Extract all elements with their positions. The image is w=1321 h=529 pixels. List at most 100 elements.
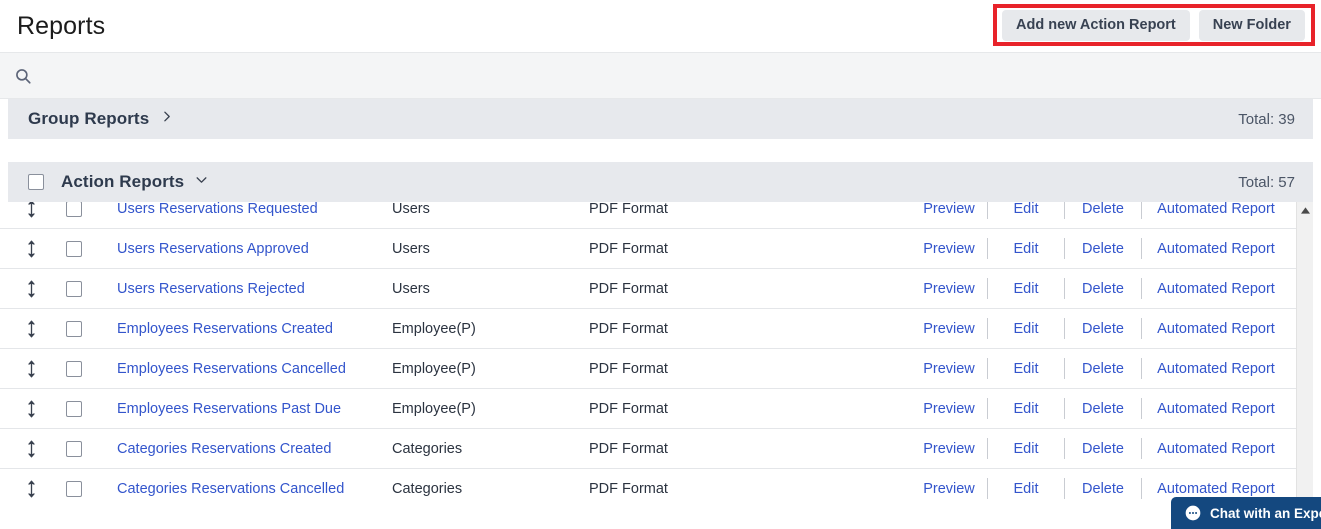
drag-handle-icon[interactable] <box>10 202 52 218</box>
delete-link[interactable]: Delete <box>1065 321 1141 337</box>
header-actions-highlight: Add new Action Report New Folder <box>993 4 1315 46</box>
automated-report-link[interactable]: Automated Report <box>1142 401 1290 417</box>
delete-link[interactable]: Delete <box>1065 401 1141 417</box>
report-name-link[interactable]: Users Reservations Requested <box>117 202 318 217</box>
section-title-group-reports: Group Reports <box>28 109 150 128</box>
edit-link[interactable]: Edit <box>988 441 1064 457</box>
row-select-checkbox[interactable] <box>66 400 82 417</box>
table-row: Users Reservations Approved Users PDF Form… <box>0 229 1296 269</box>
delete-link[interactable]: Delete <box>1065 281 1141 297</box>
action-reports-total: Total: 57 <box>1238 173 1295 191</box>
drag-handle-icon[interactable] <box>10 240 52 258</box>
delete-link[interactable]: Delete <box>1065 241 1141 257</box>
preview-link[interactable]: Preview <box>911 481 987 497</box>
automated-report-link[interactable]: Automated Report <box>1142 241 1290 257</box>
edit-link[interactable]: Edit <box>988 321 1064 337</box>
delete-link[interactable]: Delete <box>1065 481 1141 497</box>
report-name-link[interactable]: Employees Reservations Created <box>117 321 333 337</box>
row-select-checkbox[interactable] <box>66 320 82 337</box>
automated-report-link[interactable]: Automated Report <box>1142 441 1290 457</box>
report-type: Employee(P) <box>392 360 476 377</box>
chevron-right-icon[interactable] <box>149 110 173 128</box>
report-type: Users <box>392 202 430 217</box>
report-name-link[interactable]: Users Reservations Rejected <box>117 281 305 297</box>
preview-link[interactable]: Preview <box>911 361 987 377</box>
drag-handle-icon[interactable] <box>10 440 52 458</box>
edit-link[interactable]: Edit <box>988 401 1064 417</box>
report-format: PDF Format <box>589 280 668 297</box>
automated-report-link[interactable]: Automated Report <box>1142 481 1290 497</box>
search-input[interactable] <box>41 53 541 98</box>
table-row: Employees Reservations Past Due Employee(… <box>0 389 1296 429</box>
report-format: PDF Format <box>589 400 668 417</box>
report-type: Users <box>392 280 430 297</box>
table-scrollbar[interactable] <box>1296 202 1313 505</box>
edit-link[interactable]: Edit <box>988 241 1064 257</box>
search-bar[interactable] <box>0 52 1321 99</box>
report-type: Categories <box>392 440 463 457</box>
report-name-link[interactable]: Categories Reservations Created <box>117 441 331 457</box>
preview-link[interactable]: Preview <box>911 281 987 297</box>
delete-link[interactable]: Delete <box>1065 441 1141 457</box>
chevron-down-icon[interactable] <box>184 173 208 191</box>
table-row: Categories Reservations Created Categorie… <box>0 429 1296 469</box>
report-format: PDF Format <box>589 202 668 217</box>
delete-link[interactable]: Delete <box>1065 361 1141 377</box>
row-select-checkbox[interactable] <box>66 280 82 297</box>
report-type: Categories <box>392 480 463 497</box>
chat-with-expert-widget[interactable]: Chat with an Expert <box>1171 497 1321 529</box>
preview-link[interactable]: Preview <box>911 321 987 337</box>
search-icon <box>14 67 32 85</box>
drag-handle-icon[interactable] <box>10 360 52 378</box>
delete-link[interactable]: Delete <box>1065 202 1141 217</box>
row-select-checkbox[interactable] <box>66 202 82 217</box>
automated-report-link[interactable]: Automated Report <box>1142 361 1290 377</box>
automated-report-link[interactable]: Automated Report <box>1142 202 1290 217</box>
drag-handle-icon[interactable] <box>10 480 52 498</box>
preview-link[interactable]: Preview <box>911 241 987 257</box>
report-format: PDF Format <box>589 320 668 337</box>
report-type: Employee(P) <box>392 400 476 417</box>
select-all-action-reports-checkbox[interactable] <box>28 174 44 190</box>
reports-table-body: Users Reservations Requested Users PDF For… <box>0 202 1296 505</box>
report-format: PDF Format <box>589 360 668 377</box>
drag-handle-icon[interactable] <box>10 400 52 418</box>
preview-link[interactable]: Preview <box>911 202 987 217</box>
report-format: PDF Format <box>589 240 668 257</box>
row-select-checkbox[interactable] <box>66 240 82 257</box>
section-header-group-reports[interactable]: Group Reports Total: 39 <box>8 99 1313 139</box>
report-name-link[interactable]: Employees Reservations Past Due <box>117 401 341 417</box>
automated-report-link[interactable]: Automated Report <box>1142 321 1290 337</box>
add-new-action-report-button[interactable]: Add new Action Report <box>1002 9 1190 41</box>
row-select-checkbox[interactable] <box>66 480 82 497</box>
report-name-link[interactable]: Users Reservations Approved <box>117 241 309 257</box>
preview-link[interactable]: Preview <box>911 441 987 457</box>
row-select-checkbox[interactable] <box>66 440 82 457</box>
edit-link[interactable]: Edit <box>988 281 1064 297</box>
preview-link[interactable]: Preview <box>911 401 987 417</box>
edit-link[interactable]: Edit <box>988 361 1064 377</box>
report-type: Users <box>392 240 430 257</box>
edit-link[interactable]: Edit <box>988 202 1064 217</box>
table-row: Users Reservations Requested Users PDF For… <box>0 202 1296 229</box>
report-name-link[interactable]: Employees Reservations Cancelled <box>117 361 346 377</box>
section-title-action-reports: Action Reports <box>61 172 185 191</box>
section-spacer <box>0 139 1321 162</box>
chat-widget-label: Chat with an Expert <box>1210 505 1321 521</box>
drag-handle-icon[interactable] <box>10 320 52 338</box>
reports-page: Reports Add new Action Report New Folder… <box>0 0 1321 529</box>
report-format: PDF Format <box>589 440 668 457</box>
table-row: Categories Reservations Cancelled Categor… <box>0 469 1296 505</box>
edit-link[interactable]: Edit <box>988 481 1064 497</box>
section-header-action-reports[interactable]: Action Reports Total: 57 <box>8 162 1313 202</box>
page-header: Reports Add new Action Report New Folder <box>0 0 1321 52</box>
automated-report-link[interactable]: Automated Report <box>1142 281 1290 297</box>
report-name-link[interactable]: Categories Reservations Cancelled <box>117 481 344 497</box>
scrollbar-up-arrow-icon[interactable] <box>1297 202 1313 219</box>
group-reports-total: Total: 39 <box>1238 110 1295 128</box>
drag-handle-icon[interactable] <box>10 280 52 298</box>
chat-bubble-icon <box>1185 505 1201 521</box>
row-select-checkbox[interactable] <box>66 360 82 377</box>
page-title: Reports <box>17 11 106 40</box>
new-folder-button[interactable]: New Folder <box>1198 9 1305 41</box>
